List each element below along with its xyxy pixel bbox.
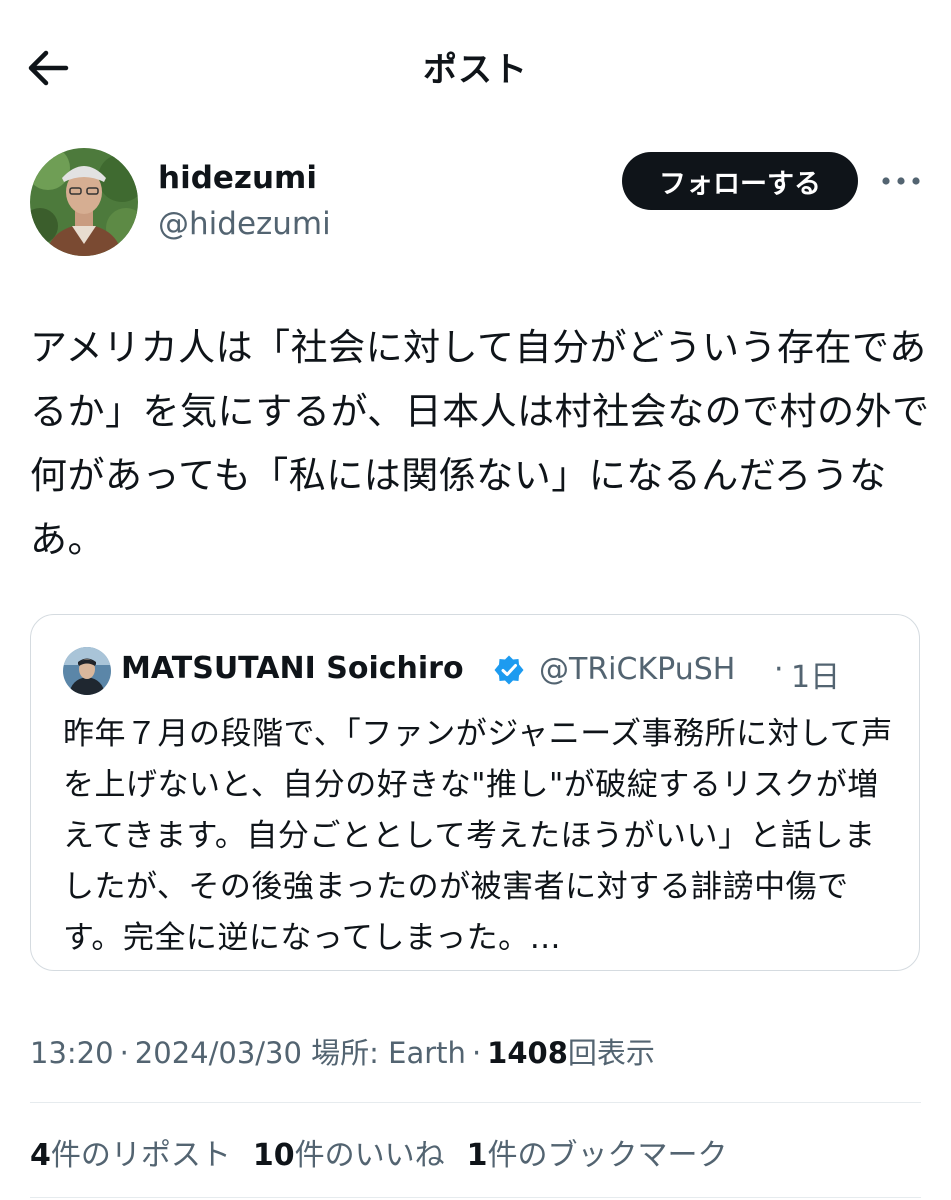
likes-label: 件のいいね [294, 1138, 445, 1173]
author-name[interactable]: hidezumi [158, 160, 317, 196]
likes-count: 10 [252, 1138, 295, 1173]
more-button[interactable] [876, 166, 926, 196]
likes-stat[interactable]: 10件のいいね [253, 1130, 445, 1174]
views-label: 回表示 [567, 1036, 655, 1070]
reposts-count: 4 [30, 1138, 51, 1173]
bookmarks-stat[interactable]: 1件のブックマーク [467, 1130, 728, 1174]
bookmarks-label: 件のブックマーク [487, 1138, 728, 1173]
quoted-author-avatar [63, 647, 111, 695]
views-count[interactable]: 1408 [487, 1036, 568, 1070]
follow-button[interactable]: フォローする [622, 152, 858, 210]
quoted-post[interactable]: MATSUTANI Soichiro @TRiCKPuSH · 1日 昨年７月の… [30, 614, 920, 971]
separator: · [119, 1036, 129, 1070]
top-bar: ポスト [0, 0, 951, 134]
quoted-author-name: MATSUTANI Soichiro [121, 651, 464, 686]
post-date[interactable]: 2024/03/30 [135, 1036, 302, 1070]
divider [30, 1197, 921, 1198]
separator: · [774, 652, 784, 687]
divider [30, 1102, 921, 1103]
author-handle[interactable]: @hidezumi [158, 206, 331, 242]
post-meta: 13:20 · 2024/03/30 場所: Earth · 1408回表示 [30, 1030, 655, 1072]
quoted-author-handle: @TRiCKPuSH [539, 652, 736, 687]
reposts-label: 件のリポスト [50, 1138, 231, 1173]
separator: · [471, 1036, 482, 1070]
author-avatar[interactable] [30, 148, 138, 256]
post-location: 場所: Earth [311, 1036, 466, 1070]
engagement-stats: 4件のリポスト 10件のいいね 1件のブックマーク [30, 1130, 750, 1174]
quoted-post-time: 1日 [791, 660, 841, 695]
post-time[interactable]: 13:20 [30, 1036, 114, 1070]
post-text: アメリカ人は「社会に対して自分がどういう存在であるか」を気にするが、日本人は村社… [30, 326, 930, 561]
bookmarks-count: 1 [466, 1138, 488, 1173]
verified-badge-icon [493, 654, 525, 686]
quoted-post-text: 昨年７月の段階で、「ファンがジャニーズ事務所に対して声を上げないと、自分の好きな… [63, 716, 893, 956]
more-horizontal-icon [882, 177, 920, 185]
page-title: ポスト [423, 50, 528, 90]
reposts-stat[interactable]: 4件のリポスト [30, 1130, 231, 1174]
